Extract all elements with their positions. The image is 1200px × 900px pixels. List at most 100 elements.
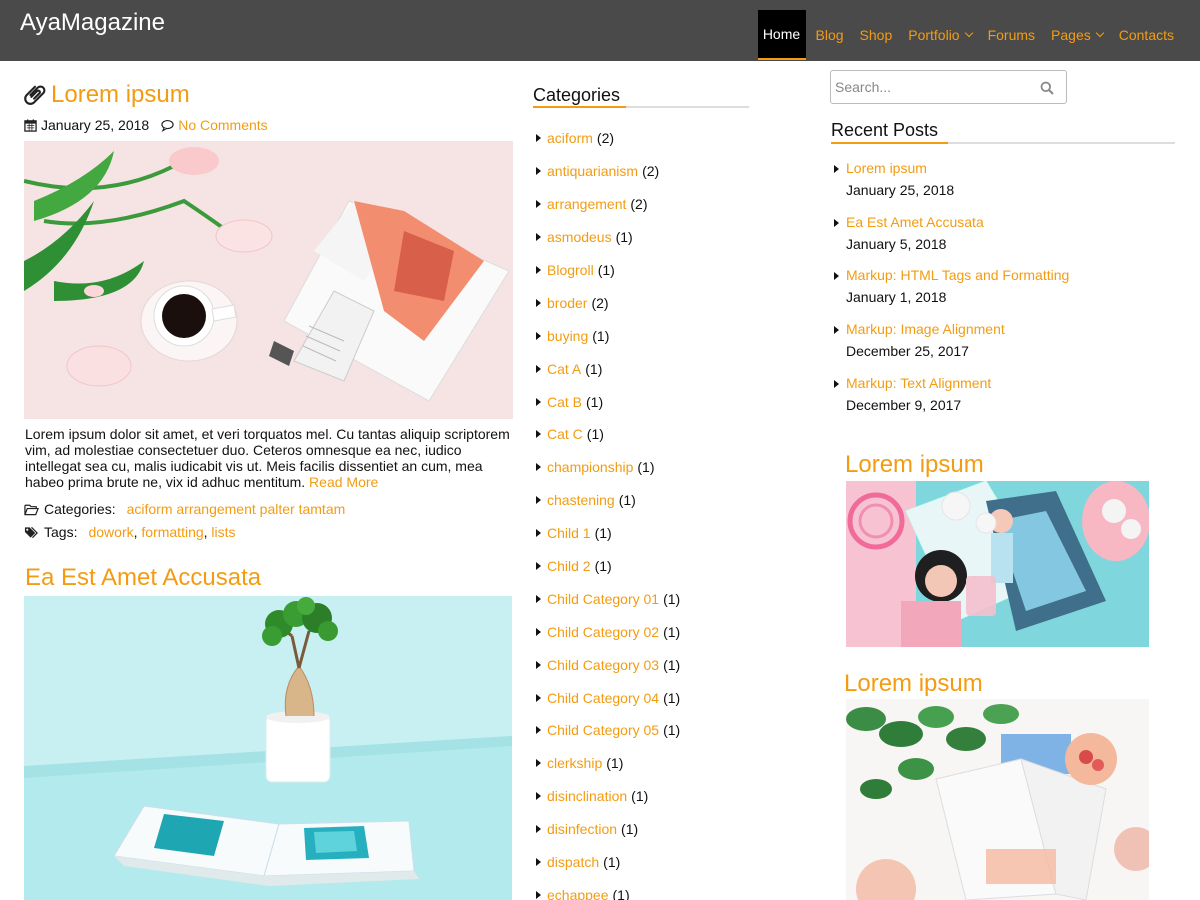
category-link[interactable]: Child Category 03 bbox=[547, 657, 659, 673]
comments-link[interactable]: No Comments bbox=[178, 117, 267, 133]
category-count: (1) bbox=[585, 360, 603, 377]
caret-right-icon bbox=[536, 134, 541, 143]
caret-right-icon bbox=[536, 200, 541, 209]
nav-item-shop[interactable]: Shop bbox=[854, 10, 899, 60]
category-link[interactable]: Child Category 01 bbox=[547, 591, 659, 607]
recent-post-link[interactable]: Markup: Image Alignment bbox=[846, 321, 1005, 337]
recent-posts-title: Recent Posts bbox=[831, 120, 939, 140]
category-link[interactable]: arrangement bbox=[176, 501, 255, 517]
caret-right-icon bbox=[536, 792, 541, 801]
category-link[interactable]: aciform bbox=[547, 130, 593, 146]
caret-right-icon bbox=[536, 858, 541, 867]
nav-item-pages[interactable]: Pages bbox=[1045, 10, 1109, 60]
category-item: Child Category 02 (1) bbox=[533, 615, 680, 648]
recent-posts-list: Lorem ipsum January 25, 2018 Ea Est Amet … bbox=[831, 158, 1171, 426]
category-count: (1) bbox=[631, 788, 649, 805]
tag-link[interactable]: lists bbox=[211, 524, 235, 540]
post-excerpt: Lorem ipsum dolor sit amet, et veri torq… bbox=[25, 426, 515, 490]
category-link[interactable]: dispatch bbox=[547, 854, 599, 870]
category-item: championship (1) bbox=[533, 451, 680, 484]
featured-post-image[interactable] bbox=[846, 481, 1149, 647]
post-title[interactable]: Lorem ipsum bbox=[51, 81, 190, 109]
nav-label: Forums bbox=[987, 27, 1036, 43]
featured-post-title[interactable]: Lorem ipsum bbox=[845, 451, 984, 479]
search-icon[interactable] bbox=[1040, 81, 1054, 95]
category-link[interactable]: antiquarianism bbox=[547, 163, 638, 179]
category-item: broder (2) bbox=[533, 286, 680, 319]
category-count: (2) bbox=[591, 294, 609, 311]
category-link[interactable]: Child Category 05 bbox=[547, 722, 659, 738]
site-title[interactable]: AyaMagazine bbox=[20, 9, 165, 37]
category-item: Child Category 04 (1) bbox=[533, 681, 680, 714]
category-link[interactable]: clerkship bbox=[547, 755, 602, 771]
categories-list: aciform (2) antiquarianism (2) arrangement… bbox=[533, 122, 680, 900]
category-item: Child Category 01 (1) bbox=[533, 582, 680, 615]
nav-item-portfolio[interactable]: Portfolio bbox=[902, 10, 977, 60]
category-link[interactable]: tamtam bbox=[299, 501, 346, 517]
category-link[interactable]: aciform bbox=[127, 501, 173, 517]
recent-post-link[interactable]: Lorem ipsum bbox=[846, 160, 927, 176]
recent-post-link[interactable]: Markup: Text Alignment bbox=[846, 375, 991, 391]
category-link[interactable]: Child Category 04 bbox=[547, 690, 659, 706]
caret-right-icon bbox=[536, 266, 541, 274]
caret-right-icon bbox=[536, 298, 541, 307]
category-link[interactable]: Child 1 bbox=[547, 525, 591, 541]
chevron-down-icon bbox=[1095, 28, 1104, 38]
caret-right-icon bbox=[536, 397, 541, 406]
caret-right-icon bbox=[536, 463, 541, 472]
recent-post-link[interactable]: Ea Est Amet Accusata bbox=[846, 214, 984, 230]
category-item: antiquarianism (2) bbox=[533, 155, 680, 188]
category-count: (1) bbox=[615, 229, 633, 246]
post-title[interactable]: Ea Est Amet Accusata bbox=[25, 564, 261, 592]
caret-right-icon bbox=[536, 529, 541, 538]
categories-widget-title: Categories bbox=[533, 85, 621, 105]
category-count: (2) bbox=[630, 196, 648, 213]
folder-open-icon bbox=[24, 504, 39, 515]
nav-item-blog[interactable]: Blog bbox=[810, 10, 850, 60]
category-link[interactable]: Cat A bbox=[547, 361, 581, 377]
nav-item-home[interactable]: Home bbox=[757, 10, 806, 60]
category-link[interactable]: Child 2 bbox=[547, 558, 591, 574]
caret-right-icon bbox=[834, 165, 839, 173]
category-link[interactable]: disinclination bbox=[547, 788, 627, 804]
search-input[interactable] bbox=[831, 79, 1031, 95]
category-link[interactable]: echappee bbox=[547, 887, 609, 900]
category-link[interactable]: disinfection bbox=[547, 821, 617, 837]
widget-divider bbox=[533, 106, 749, 108]
tag-link[interactable]: formatting bbox=[141, 524, 203, 540]
caret-right-icon bbox=[834, 326, 839, 335]
recent-post-item: Ea Est Amet Accusata January 5, 2018 bbox=[831, 212, 1171, 266]
nav-label: Contacts bbox=[1118, 27, 1174, 43]
category-link[interactable]: Child Category 02 bbox=[547, 624, 659, 640]
featured-post-image[interactable] bbox=[846, 699, 1149, 900]
category-link[interactable]: Cat C bbox=[547, 426, 583, 442]
caret-right-icon bbox=[536, 627, 541, 636]
category-item: aciform (2) bbox=[533, 122, 680, 155]
category-link[interactable]: chastening bbox=[547, 492, 615, 508]
recent-post-link[interactable]: Markup: HTML Tags and Formatting bbox=[846, 267, 1069, 283]
category-link[interactable]: championship bbox=[547, 459, 633, 475]
category-link[interactable]: Blogroll bbox=[547, 262, 594, 278]
featured-post-title[interactable]: Lorem ipsum bbox=[844, 670, 983, 698]
search-box bbox=[830, 70, 1067, 104]
caret-right-icon bbox=[536, 759, 541, 768]
nav-label: Portfolio bbox=[908, 27, 960, 43]
tag-link[interactable]: dowork bbox=[88, 524, 133, 540]
read-more-link[interactable]: Read More bbox=[309, 474, 378, 490]
category-item: Child 1 (1) bbox=[533, 517, 680, 550]
category-count: (1) bbox=[597, 262, 615, 278]
category-link[interactable]: Cat B bbox=[547, 394, 582, 410]
nav-item-forums[interactable]: Forums bbox=[982, 10, 1041, 60]
category-link[interactable]: asmodeus bbox=[547, 229, 612, 245]
category-link[interactable]: palter bbox=[260, 501, 295, 517]
nav-item-contacts[interactable]: Contacts bbox=[1113, 10, 1180, 60]
calendar-icon bbox=[24, 118, 37, 132]
post-featured-image[interactable] bbox=[24, 596, 512, 900]
category-link[interactable]: arrangement bbox=[547, 196, 626, 212]
category-link[interactable]: broder bbox=[547, 295, 587, 311]
post-featured-image[interactable] bbox=[24, 141, 513, 419]
category-link[interactable]: buying bbox=[547, 328, 588, 344]
chevron-down-icon bbox=[964, 28, 973, 38]
caret-right-icon bbox=[834, 272, 839, 281]
category-count: (1) bbox=[594, 558, 612, 575]
